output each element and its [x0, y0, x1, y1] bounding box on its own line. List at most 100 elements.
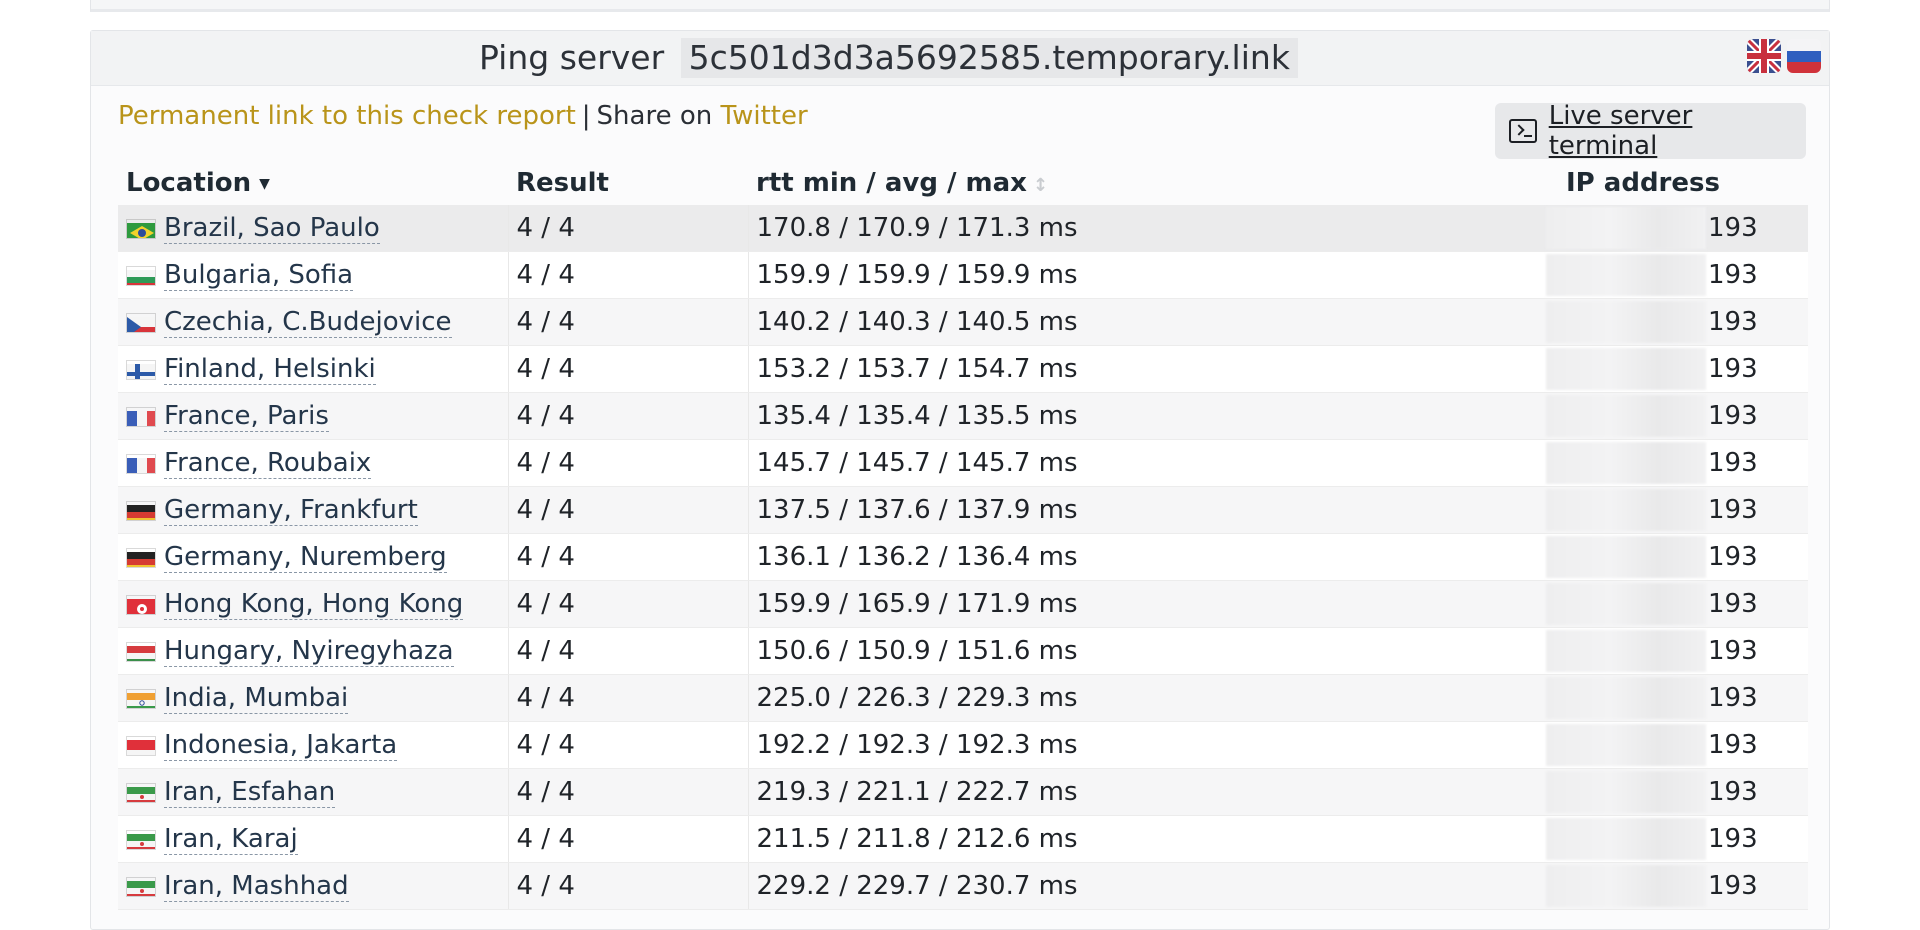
permanent-link[interactable]: Permanent link to this check report	[118, 101, 576, 131]
live-terminal-button[interactable]: Live server terminal	[1495, 101, 1806, 161]
table-row: Germany, Nuremberg 4 / 4 136.1 / 136.2 / 1…	[118, 533, 1808, 581]
table-row: Czechia, C.Budejovice 4 / 4 140.2 / 140.3 …	[118, 298, 1808, 346]
location-link[interactable]: France, Roubaix	[164, 448, 372, 479]
ip-value: 193	[1708, 823, 1758, 854]
location-link[interactable]: France, Paris	[164, 401, 329, 432]
location-link[interactable]: India, Mumbai	[164, 683, 349, 714]
ip-cell: 193	[1546, 345, 1808, 393]
table-row: Hong Kong, Hong Kong 4 / 4 159.9 / 165.9 /…	[118, 580, 1808, 628]
rtt-cell: 225.0 / 226.3 / 229.3 ms	[748, 674, 1558, 722]
ip-value: 193	[1708, 541, 1758, 572]
location-link[interactable]: Germany, Nuremberg	[164, 542, 447, 573]
redacted-ip	[1546, 630, 1706, 672]
location-cell: Germany, Frankfurt	[118, 486, 509, 534]
result-cell: 4 / 4	[508, 721, 749, 769]
result-cell: 4 / 4	[508, 815, 749, 863]
twitter-link[interactable]: Twitter	[721, 101, 808, 131]
location-header-label: Location	[126, 168, 252, 198]
location-link[interactable]: Iran, Mashhad	[164, 871, 349, 902]
ir-flag-icon	[126, 782, 156, 803]
rtt-cell: 159.9 / 159.9 / 159.9 ms	[748, 251, 1558, 299]
rtt-cell: 192.2 / 192.3 / 192.3 ms	[748, 721, 1558, 769]
result-cell: 4 / 4	[508, 580, 749, 628]
language-switcher	[1747, 39, 1821, 73]
location-link[interactable]: Iran, Karaj	[164, 824, 298, 855]
redacted-ip	[1546, 536, 1706, 578]
cz-flag-icon	[126, 312, 156, 333]
rtt-cell: 153.2 / 153.7 / 154.7 ms	[748, 345, 1558, 393]
location-link[interactable]: Hong Kong, Hong Kong	[164, 589, 464, 620]
ir-flag-icon	[126, 829, 156, 850]
rtt-header[interactable]: rtt min / avg / max ↕	[748, 161, 1558, 205]
result-cell: 4 / 4	[508, 392, 749, 440]
location-link[interactable]: Finland, Helsinki	[164, 354, 376, 385]
result-cell: 4 / 4	[508, 439, 749, 487]
id-flag-icon	[126, 735, 156, 756]
ip-cell: 193	[1546, 392, 1808, 440]
uk-flag-icon[interactable]	[1747, 39, 1781, 73]
location-link[interactable]: Hungary, Nyiregyhaza	[164, 636, 454, 667]
location-link[interactable]: Czechia, C.Budejovice	[164, 307, 452, 338]
ip-header[interactable]: IP address	[1558, 161, 1808, 205]
redacted-ip	[1546, 442, 1706, 484]
ip-value: 193	[1708, 400, 1758, 431]
location-cell: Iran, Karaj	[118, 815, 509, 863]
ip-value: 193	[1708, 635, 1758, 666]
panel-header: Ping server 5c501d3d3a5692585.temporary.…	[91, 31, 1829, 86]
ip-cell: 193	[1546, 627, 1808, 675]
result-cell: 4 / 4	[508, 674, 749, 722]
page-title: Ping server 5c501d3d3a5692585.temporary.…	[479, 35, 1298, 81]
sort-desc-icon: ▼	[259, 175, 270, 192]
ip-value: 193	[1708, 306, 1758, 337]
ip-value: 193	[1708, 588, 1758, 619]
location-header[interactable]: Location ▼	[118, 161, 508, 205]
rtt-cell: 136.1 / 136.2 / 136.4 ms	[748, 533, 1558, 581]
ip-cell: 193	[1546, 251, 1808, 299]
rtt-cell: 135.4 / 135.4 / 135.5 ms	[748, 392, 1558, 440]
ip-cell: 193	[1546, 815, 1808, 863]
rtt-cell: 229.2 / 229.7 / 230.7 ms	[748, 862, 1558, 910]
ping-report-panel: Ping server 5c501d3d3a5692585.temporary.…	[90, 30, 1830, 930]
ip-value: 193	[1708, 212, 1758, 243]
ip-cell: 193	[1546, 721, 1808, 769]
ip-cell: 193	[1546, 439, 1808, 487]
rtt-cell: 219.3 / 221.1 / 222.7 ms	[748, 768, 1558, 816]
location-link[interactable]: Iran, Esfahan	[164, 777, 336, 808]
location-cell: Iran, Esfahan	[118, 768, 509, 816]
location-link[interactable]: Bulgaria, Sofia	[164, 260, 354, 291]
result-cell: 4 / 4	[508, 627, 749, 675]
ip-value: 193	[1708, 494, 1758, 525]
previous-panel-edge	[90, 0, 1830, 12]
ip-value: 193	[1708, 447, 1758, 478]
table-row: Iran, Karaj 4 / 4 211.5 / 211.8 / 212.6 ms…	[118, 815, 1808, 863]
rtt-header-label: rtt min / avg / max	[756, 168, 1027, 198]
ip-cell: 193	[1546, 674, 1808, 722]
location-cell: Brazil, Sao Paulo	[118, 205, 509, 252]
table-row: France, Paris 4 / 4 135.4 / 135.4 / 135.5 …	[118, 392, 1808, 440]
results-table: Location ▼ Result rtt min / avg / max ↕ IP…	[118, 161, 1808, 910]
redacted-ip	[1546, 818, 1706, 860]
live-terminal-label: Live server terminal	[1548, 101, 1693, 161]
ip-cell: 193	[1546, 486, 1808, 534]
fr-flag-icon	[126, 453, 156, 474]
location-cell: Finland, Helsinki	[118, 345, 509, 393]
ip-cell: 193	[1546, 862, 1808, 910]
location-cell: Czechia, C.Budejovice	[118, 298, 509, 346]
result-cell: 4 / 4	[508, 298, 749, 346]
location-cell: Bulgaria, Sofia	[118, 251, 509, 299]
location-cell: Hungary, Nyiregyhaza	[118, 627, 509, 675]
table-row: Iran, Mashhad 4 / 4 229.2 / 229.7 / 230.7 …	[118, 862, 1808, 910]
location-cell: Indonesia, Jakarta	[118, 721, 509, 769]
location-link[interactable]: Germany, Frankfurt	[164, 495, 418, 526]
ip-cell: 193	[1546, 533, 1808, 581]
hu-flag-icon	[126, 641, 156, 662]
redacted-ip	[1546, 583, 1706, 625]
location-link[interactable]: Brazil, Sao Paulo	[164, 213, 380, 244]
redacted-ip	[1546, 348, 1706, 390]
share-prefix: Share on	[596, 101, 713, 131]
location-link[interactable]: Indonesia, Jakarta	[164, 730, 398, 761]
bg-flag-icon	[126, 265, 156, 286]
table-row: Hungary, Nyiregyhaza 4 / 4 150.6 / 150.9 /…	[118, 627, 1808, 675]
russia-flag-icon[interactable]	[1787, 39, 1821, 73]
result-header[interactable]: Result	[508, 161, 748, 205]
